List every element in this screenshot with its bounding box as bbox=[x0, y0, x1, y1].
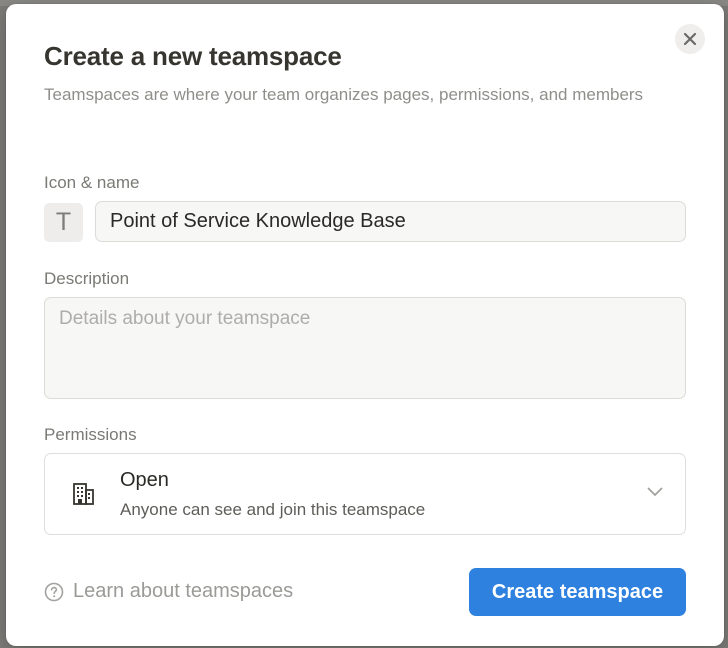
description-label: Description bbox=[44, 269, 130, 288]
icon-name-label: Icon & name bbox=[44, 173, 140, 192]
permissions-label: Permissions bbox=[44, 425, 137, 444]
teamspace-name-input[interactable] bbox=[95, 201, 686, 242]
close-button[interactable] bbox=[675, 24, 705, 54]
permissions-dropdown[interactable]: Open Anyone can see and join this teamsp… bbox=[44, 453, 686, 535]
building-icon bbox=[73, 483, 94, 505]
learn-link-label: Learn about teamspaces bbox=[73, 580, 294, 602]
permission-option-title: Open bbox=[120, 469, 169, 491]
question-circle-icon bbox=[44, 582, 64, 601]
close-icon bbox=[683, 32, 697, 46]
teamspace-icon-letter: T bbox=[55, 208, 72, 236]
create-teamspace-button[interactable]: Create teamspace bbox=[469, 568, 686, 616]
learn-about-teamspaces-link[interactable]: Learn about teamspaces bbox=[44, 580, 293, 603]
chevron-down-icon bbox=[647, 487, 663, 496]
description-input[interactable] bbox=[44, 297, 686, 399]
teamspace-icon-picker[interactable]: T bbox=[44, 203, 83, 242]
dialog-title: Create a new teamspace bbox=[44, 41, 342, 71]
permission-option-description: Anyone can see and join this teamspace bbox=[120, 500, 426, 519]
dialog-subtitle: Teamspaces are where your team organizes… bbox=[44, 85, 644, 104]
create-teamspace-dialog: Create a new teamspace Teamspaces are wh… bbox=[6, 4, 724, 646]
